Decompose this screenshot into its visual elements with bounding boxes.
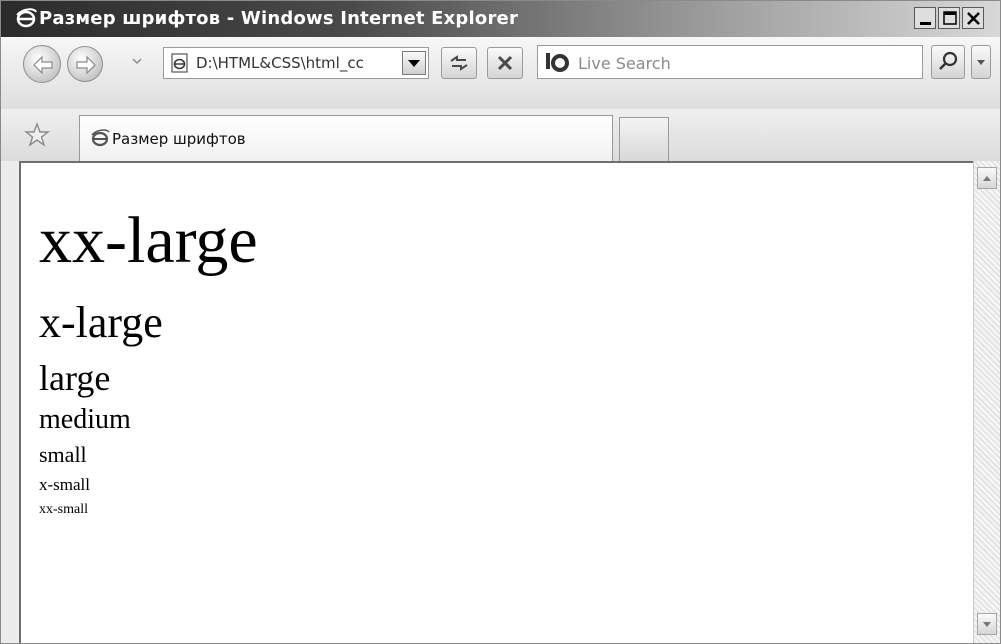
new-tab-button[interactable] [619,117,669,161]
address-bar[interactable] [163,47,429,79]
minimize-icon [920,22,931,25]
text-x-large: x-large [39,298,163,347]
search-options-button[interactable] [971,45,991,79]
address-input[interactable] [196,52,396,74]
close-icon [967,12,980,25]
refresh-button[interactable] [441,47,477,79]
stop-x-icon [497,55,513,71]
text-x-small: x-small [39,475,90,494]
minimize-button[interactable] [914,7,936,29]
search-box[interactable] [537,45,923,79]
text-medium: medium [39,404,131,435]
ie-logo-icon [16,8,37,28]
text-small: small [39,442,87,467]
back-arrow-icon [33,55,53,75]
text-xx-large: xx-large [39,204,258,277]
search-button[interactable] [931,45,965,79]
refresh-icon [450,55,468,71]
address-dropdown-button[interactable] [402,51,426,75]
maximize-icon [943,11,957,25]
vertical-scrollbar[interactable] [973,161,1000,643]
close-button[interactable] [962,7,984,29]
chevron-up-icon [983,176,991,181]
navigation-bar [1,37,1000,109]
title-bar: Размер шрифтов - Windows Internet Explor… [1,1,1000,37]
forward-button[interactable] [67,46,103,82]
chevron-down-icon [983,622,991,627]
forward-arrow-icon [76,55,96,75]
live-search-logo-icon [546,53,569,72]
scroll-down-button[interactable] [977,613,997,635]
favorites-star-icon[interactable] [23,121,51,149]
maximize-button[interactable] [938,7,960,29]
text-large: large [39,358,111,398]
ie-logo-icon [91,129,110,147]
tab-active[interactable]: Размер шрифтов [79,115,613,161]
text-xx-small: xx-small [39,502,88,517]
search-icon [939,51,958,70]
page-ie-icon [171,53,188,73]
search-input[interactable] [578,52,908,74]
back-button[interactable] [23,45,61,83]
browser-window: Размер шрифтов - Windows Internet Explor… [0,0,1001,644]
chevron-down-icon [408,60,420,67]
scroll-up-button[interactable] [977,167,997,189]
chevron-down-icon [977,60,985,65]
page-viewport: xx-large x-large large medium small x-sm… [19,161,973,643]
recent-pages-chevron-down-icon[interactable] [131,55,143,67]
tab-bar: Размер шрифтов [1,109,1000,161]
tab-title: Размер шрифтов [112,130,246,148]
stop-button[interactable] [487,47,523,79]
window-title: Размер шрифтов - Windows Internet Explor… [39,8,519,29]
